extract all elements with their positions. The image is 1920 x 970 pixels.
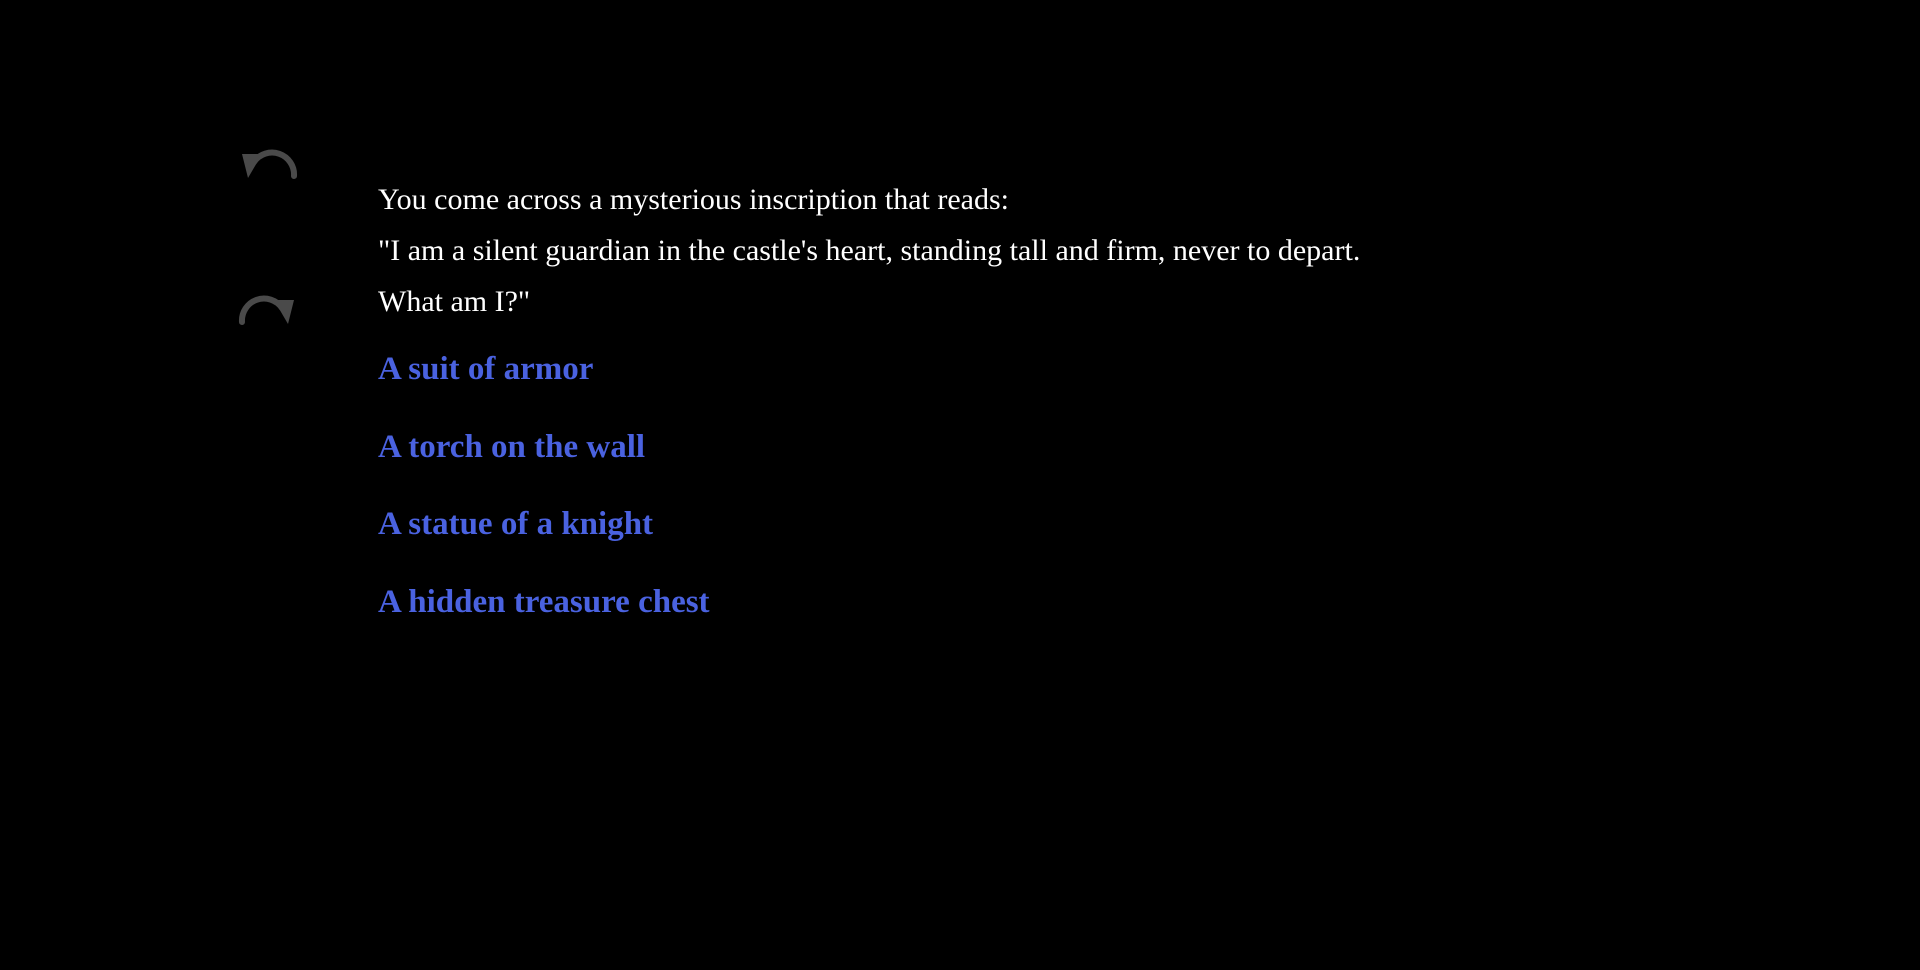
- passage-line: You come across a mysterious inscription…: [378, 183, 1010, 216]
- undo-button[interactable]: [232, 140, 304, 196]
- choice-link-hidden-treasure-chest[interactable]: A hidden treasure chest: [378, 582, 710, 623]
- choice-list: A suit of armor A torch on the wall A st…: [378, 349, 1678, 623]
- choice-link-suit-of-armor[interactable]: A suit of armor: [378, 349, 593, 390]
- redo-arrow-icon: [238, 295, 294, 325]
- choice-link-torch-on-wall[interactable]: A torch on the wall: [378, 427, 645, 468]
- passage-line: "I am a silent guardian in the castle's …: [378, 234, 1361, 267]
- undo-arrow-icon: [242, 149, 298, 179]
- story-sidebar: [232, 140, 304, 432]
- redo-button[interactable]: [232, 286, 304, 342]
- story-passage: You come across a mysterious inscription…: [378, 174, 1678, 659]
- passage-line: What am I?": [378, 285, 531, 318]
- choice-link-statue-of-knight[interactable]: A statue of a knight: [378, 504, 653, 545]
